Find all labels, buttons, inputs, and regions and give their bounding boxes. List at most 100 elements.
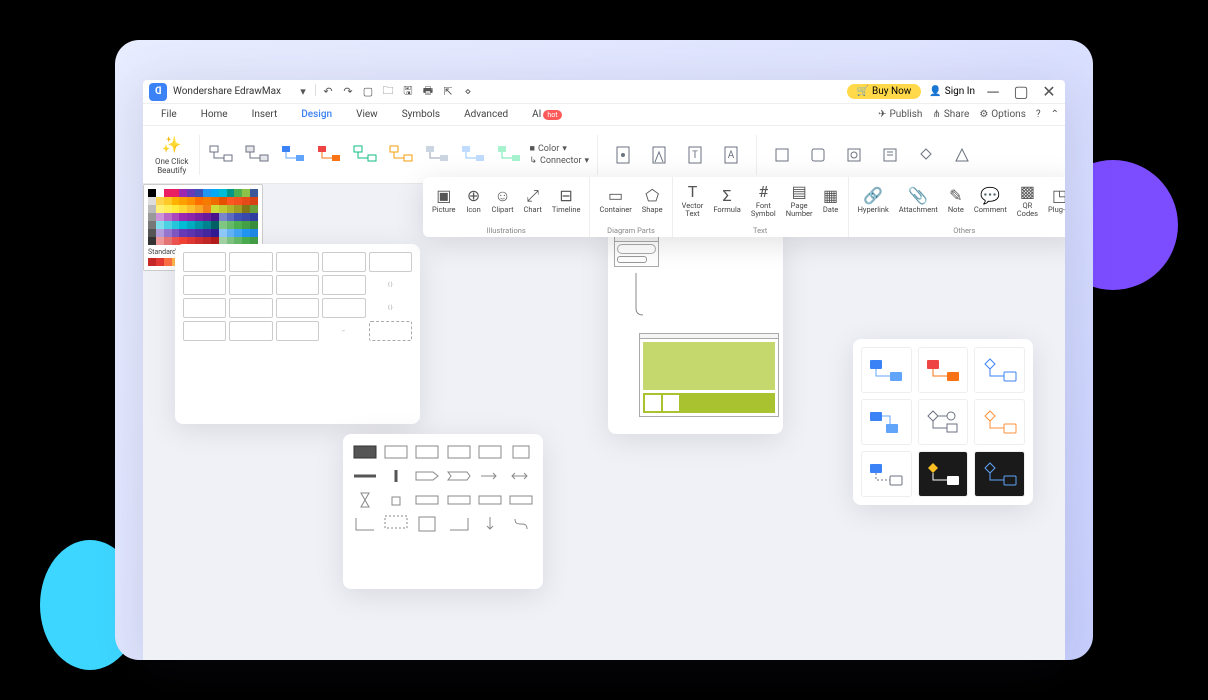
- style-option[interactable]: [974, 451, 1025, 497]
- color-swatch[interactable]: [250, 189, 258, 197]
- color-swatch[interactable]: [234, 213, 242, 221]
- color-swatch[interactable]: [242, 213, 250, 221]
- shape-preview[interactable]: { }: [369, 298, 412, 318]
- layout-preset[interactable]: T: [678, 140, 712, 170]
- qr-button[interactable]: ▩QR Codes: [1012, 179, 1043, 223]
- color-swatch[interactable]: [156, 221, 164, 229]
- connector-button[interactable]: ↳ Connector▾: [530, 156, 590, 166]
- shape-preview[interactable]: [229, 298, 272, 318]
- print-icon[interactable]: 🖶: [420, 84, 436, 100]
- color-swatch[interactable]: [148, 258, 156, 266]
- shape-preview[interactable]: [508, 514, 535, 534]
- color-swatch[interactable]: [179, 221, 187, 229]
- chart-button[interactable]: ⤢Chart: [519, 179, 547, 223]
- formula-button[interactable]: ΣFormula: [708, 179, 746, 223]
- style-option[interactable]: [918, 451, 969, 497]
- shape-preview[interactable]: [382, 466, 409, 486]
- color-swatch[interactable]: [211, 229, 219, 237]
- shape-preview[interactable]: [351, 466, 378, 486]
- style-preset[interactable]: [492, 140, 526, 170]
- color-swatch[interactable]: [156, 205, 164, 213]
- color-swatch[interactable]: [211, 221, 219, 229]
- shape-preview[interactable]: [351, 514, 378, 534]
- shape-preview[interactable]: [276, 298, 319, 318]
- color-swatch[interactable]: [250, 205, 258, 213]
- dropdown-icon[interactable]: ▾: [295, 84, 311, 100]
- container-button[interactable]: ▭Container: [594, 179, 636, 223]
- shape-preview[interactable]: [183, 275, 226, 295]
- shape-tool[interactable]: [765, 140, 799, 170]
- maximize-icon[interactable]: ▢: [1011, 84, 1031, 100]
- color-swatch[interactable]: [219, 229, 227, 237]
- clipart-button[interactable]: ☺Clipart: [487, 179, 519, 223]
- color-swatch[interactable]: [179, 229, 187, 237]
- color-swatch[interactable]: [164, 221, 172, 229]
- style-preset[interactable]: [420, 140, 454, 170]
- color-swatch[interactable]: [148, 197, 156, 205]
- color-swatch[interactable]: [148, 221, 156, 229]
- color-swatch[interactable]: [148, 205, 156, 213]
- color-swatch[interactable]: [164, 197, 172, 205]
- color-swatch[interactable]: [219, 205, 227, 213]
- color-swatch[interactable]: [203, 221, 211, 229]
- color-swatch[interactable]: [195, 229, 203, 237]
- color-swatch[interactable]: [195, 205, 203, 213]
- color-swatch[interactable]: [179, 213, 187, 221]
- color-swatch[interactable]: [195, 197, 203, 205]
- share-button[interactable]: ⋔ Share: [932, 109, 969, 120]
- shape-tool[interactable]: [909, 140, 943, 170]
- style-preset[interactable]: [348, 140, 382, 170]
- shape-preview[interactable]: [445, 514, 472, 534]
- color-swatch[interactable]: [234, 197, 242, 205]
- export-icon[interactable]: ⇱: [440, 84, 456, 100]
- color-swatch[interactable]: [156, 197, 164, 205]
- color-swatch[interactable]: [227, 229, 235, 237]
- style-preset[interactable]: [384, 140, 418, 170]
- shape-preview[interactable]: [508, 490, 535, 510]
- color-swatch[interactable]: [148, 189, 156, 197]
- menu-home[interactable]: Home: [189, 106, 240, 123]
- style-preset[interactable]: [240, 140, 274, 170]
- color-swatch[interactable]: [203, 197, 211, 205]
- shape-preview[interactable]: [445, 442, 472, 462]
- color-swatch[interactable]: [211, 197, 219, 205]
- color-swatch[interactable]: [172, 237, 180, 245]
- shape-tool[interactable]: [837, 140, 871, 170]
- picture-button[interactable]: ▣Picture: [427, 179, 461, 223]
- style-preset[interactable]: [204, 140, 238, 170]
- color-swatch[interactable]: [234, 229, 242, 237]
- color-swatch[interactable]: [227, 213, 235, 221]
- style-option[interactable]: [974, 347, 1025, 393]
- style-preset[interactable]: [276, 140, 310, 170]
- menu-view[interactable]: View: [344, 106, 390, 123]
- shape-preview[interactable]: [369, 321, 412, 341]
- note-button[interactable]: ✎Note: [943, 179, 969, 223]
- color-swatch[interactable]: [219, 197, 227, 205]
- color-swatch[interactable]: [234, 205, 242, 213]
- close-icon[interactable]: ✕: [1039, 84, 1059, 100]
- shape-preview[interactable]: [183, 252, 226, 272]
- color-swatch[interactable]: [156, 258, 164, 266]
- color-swatch[interactable]: [156, 189, 164, 197]
- shape-preview[interactable]: [414, 490, 441, 510]
- shape-preview[interactable]: [322, 275, 365, 295]
- color-swatch[interactable]: [156, 237, 164, 245]
- color-swatch[interactable]: [148, 237, 156, 245]
- color-swatch[interactable]: [164, 189, 172, 197]
- attachment-button[interactable]: 📎Attachment: [894, 179, 943, 223]
- shape-preview[interactable]: [229, 321, 272, 341]
- menu-symbols[interactable]: Symbols: [390, 106, 452, 123]
- wireframe-browser[interactable]: [614, 235, 659, 267]
- more-icon[interactable]: ⋄: [460, 84, 476, 100]
- shape-preview[interactable]: [382, 490, 409, 510]
- color-swatch[interactable]: [179, 189, 187, 197]
- style-option[interactable]: [918, 347, 969, 393]
- shape-preview[interactable]: [351, 490, 378, 510]
- color-swatch[interactable]: [211, 205, 219, 213]
- color-swatch[interactable]: [250, 213, 258, 221]
- color-swatch[interactable]: [156, 229, 164, 237]
- color-swatch[interactable]: [156, 213, 164, 221]
- menu-insert[interactable]: Insert: [240, 106, 290, 123]
- color-swatch[interactable]: [227, 197, 235, 205]
- shape-button[interactable]: ⬠Shape: [637, 179, 668, 223]
